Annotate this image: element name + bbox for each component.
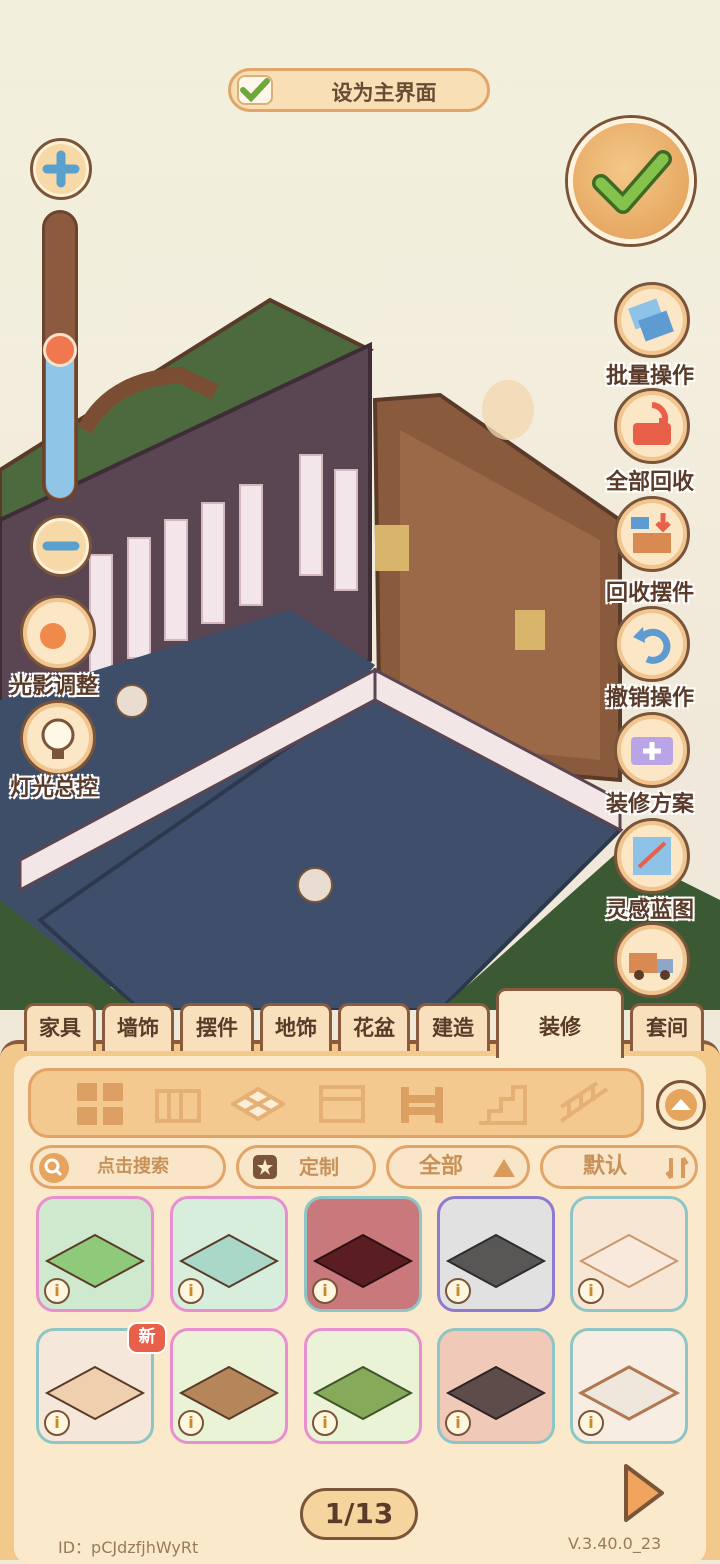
item-card[interactable]: i bbox=[304, 1328, 422, 1444]
recall-all-button[interactable] bbox=[614, 388, 690, 464]
star-badge-icon bbox=[253, 1155, 277, 1179]
plus-icon bbox=[42, 150, 80, 188]
custom-filter-button[interactable]: 定制 bbox=[236, 1145, 376, 1189]
next-page-arrow-icon[interactable] bbox=[620, 1462, 666, 1524]
set-main-screen-label: 设为主界面 bbox=[331, 81, 437, 105]
chevron-up-icon bbox=[665, 1089, 697, 1121]
sort-icon bbox=[665, 1156, 689, 1180]
triangle-up-icon bbox=[493, 1159, 515, 1177]
set-main-screen-button[interactable]: 设为主界面 bbox=[228, 68, 490, 112]
undo-icon bbox=[633, 627, 671, 664]
info-icon[interactable]: i bbox=[44, 1410, 70, 1436]
inspiration-blueprint-button[interactable] bbox=[614, 818, 690, 894]
info-icon[interactable]: i bbox=[312, 1278, 338, 1304]
railing-icon[interactable] bbox=[557, 1081, 611, 1127]
item-card[interactable]: i bbox=[304, 1196, 422, 1312]
grid-all-icon[interactable] bbox=[73, 1081, 127, 1127]
stairs-icon[interactable] bbox=[475, 1081, 529, 1127]
item-card[interactable]: i bbox=[437, 1196, 555, 1312]
all-filter-dropdown[interactable]: 全部 bbox=[386, 1145, 530, 1189]
decoration-plan-button[interactable] bbox=[614, 712, 690, 788]
wall-icon[interactable] bbox=[151, 1081, 205, 1127]
zoom-in-button[interactable] bbox=[30, 138, 92, 200]
zoom-slider-handle[interactable] bbox=[43, 333, 77, 367]
all-filter-label: 全部 bbox=[419, 1154, 464, 1179]
batch-operation-label: 批量操作 bbox=[606, 364, 695, 389]
decoration-plan-label: 装修方案 bbox=[606, 792, 695, 817]
confirm-button[interactable] bbox=[568, 118, 694, 244]
sun-moon-icon bbox=[40, 620, 69, 649]
info-icon[interactable]: i bbox=[445, 1410, 471, 1436]
minus-icon bbox=[42, 541, 80, 551]
recall-item-icon bbox=[631, 513, 671, 553]
floor-icon[interactable] bbox=[231, 1081, 285, 1127]
tab-construction[interactable]: 建造 bbox=[416, 1003, 490, 1051]
item-card[interactable]: i bbox=[36, 1196, 154, 1312]
blueprint-icon bbox=[633, 837, 671, 875]
undo-label: 撤销操作 bbox=[606, 686, 695, 711]
sort-label: 默认 bbox=[583, 1154, 628, 1179]
light-master-button[interactable] bbox=[20, 700, 96, 776]
delivery-button[interactable] bbox=[614, 922, 690, 998]
tab-suite[interactable]: 套间 bbox=[630, 1003, 704, 1051]
info-icon[interactable]: i bbox=[178, 1278, 204, 1304]
recall-item-button[interactable] bbox=[614, 496, 690, 572]
inspiration-blueprint-label: 灵感蓝图 bbox=[606, 898, 695, 923]
player-id: ID：pCJdzfjhWyRt bbox=[58, 1538, 199, 1557]
version-label: V.3.40.0_23 bbox=[568, 1534, 662, 1553]
item-card[interactable]: i bbox=[170, 1196, 288, 1312]
item-card[interactable]: i bbox=[570, 1328, 688, 1444]
page-indicator: 1/13 bbox=[300, 1488, 418, 1540]
info-icon[interactable]: i bbox=[578, 1278, 604, 1304]
category-bar bbox=[28, 1068, 644, 1138]
batch-icon bbox=[628, 298, 674, 342]
item-card[interactable]: i bbox=[570, 1196, 688, 1312]
custom-filter-label: 定制 bbox=[299, 1155, 339, 1179]
info-icon[interactable]: i bbox=[178, 1410, 204, 1436]
search-box[interactable]: 点击搜索 bbox=[30, 1145, 226, 1189]
recall-item-label: 回收摆件 bbox=[606, 581, 695, 606]
tab-furniture[interactable]: 家具 bbox=[24, 1003, 96, 1051]
fence-icon[interactable] bbox=[395, 1081, 449, 1127]
tab-renovation[interactable]: 装修 bbox=[496, 988, 624, 1058]
truck-icon bbox=[629, 953, 673, 980]
checkmark-icon bbox=[237, 75, 273, 105]
tab-flower-pots[interactable]: 花盆 bbox=[338, 1003, 410, 1051]
info-icon[interactable]: i bbox=[312, 1410, 338, 1436]
item-card[interactable]: i bbox=[437, 1328, 555, 1444]
light-master-label: 灯光总控 bbox=[10, 776, 99, 801]
zoom-out-button[interactable] bbox=[30, 515, 92, 577]
info-icon[interactable]: i bbox=[445, 1278, 471, 1304]
window-frame-icon[interactable] bbox=[315, 1081, 369, 1127]
search-placeholder: 点击搜索 bbox=[97, 1156, 169, 1177]
zoom-slider-fill bbox=[46, 348, 74, 498]
info-icon[interactable]: i bbox=[578, 1410, 604, 1436]
info-icon[interactable]: i bbox=[44, 1278, 70, 1304]
batch-operation-button[interactable] bbox=[614, 282, 690, 358]
checkmark-icon bbox=[592, 150, 672, 214]
collapse-button[interactable] bbox=[656, 1080, 706, 1130]
room-scene[interactable]: 设为主界面 光影调整 灯光总控 批量操作 全部回收 回收摆件 撤销操作 装修方案… bbox=[0, 0, 720, 1010]
recall-all-label: 全部回收 bbox=[606, 470, 695, 495]
recall-all-icon bbox=[633, 402, 671, 445]
plan-icon bbox=[631, 737, 673, 765]
item-card[interactable]: i bbox=[170, 1328, 288, 1444]
search-icon bbox=[39, 1153, 69, 1183]
light-adjust-label: 光影调整 bbox=[10, 674, 99, 699]
lightbulb-icon bbox=[41, 718, 75, 759]
tab-floor-decor[interactable]: 地饰 bbox=[260, 1003, 332, 1051]
tab-ornaments[interactable]: 摆件 bbox=[180, 1003, 254, 1051]
light-adjust-button[interactable] bbox=[20, 595, 96, 671]
undo-button[interactable] bbox=[614, 606, 690, 682]
sort-dropdown[interactable]: 默认 bbox=[540, 1145, 698, 1189]
new-badge: 新 bbox=[127, 1322, 167, 1354]
tab-wall-decor[interactable]: 墙饰 bbox=[102, 1003, 174, 1051]
